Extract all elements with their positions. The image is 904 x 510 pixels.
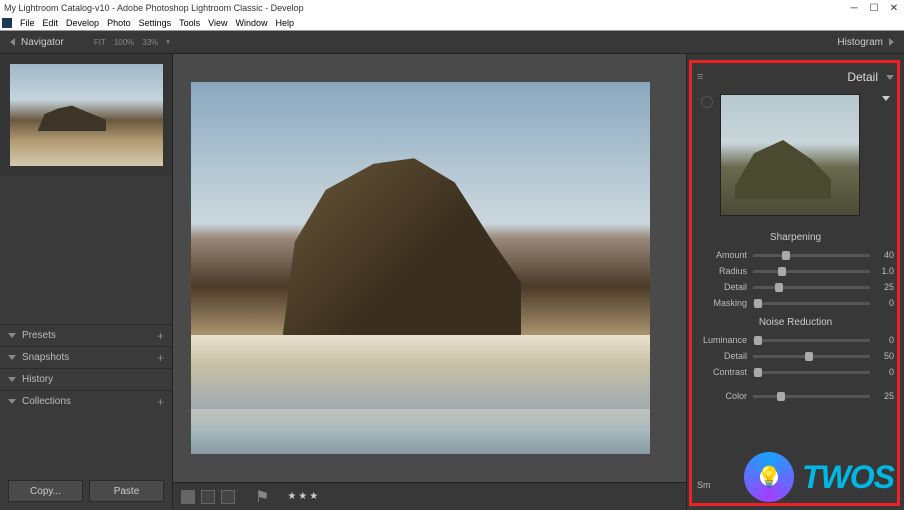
copy-button[interactable]: Copy... [8,480,83,502]
slider-value: 25 [870,282,894,292]
main-photo[interactable] [191,82,650,454]
slider-label: Detail [697,351,753,361]
slider-masking[interactable]: Masking 0 [687,295,904,311]
menu-view[interactable]: View [206,18,229,28]
nav-zoom33[interactable]: 33% [142,38,158,47]
disclosure-icon[interactable] [886,75,894,80]
navigator-label: Navigator [21,37,64,48]
menu-window[interactable]: Window [234,18,270,28]
panel-label: History [22,374,53,385]
add-icon[interactable]: + [157,351,164,365]
menu-help[interactable]: Help [274,18,297,28]
slider-label: Contrast [697,367,753,377]
watermark-text: TWOS [802,459,894,496]
slider-value: 40 [870,250,894,260]
add-icon[interactable]: + [157,329,164,343]
collapse-right-icon[interactable] [889,38,894,46]
window-titlebar: My Lightroom Catalog-v10 - Adobe Photosh… [0,0,904,16]
slider-label: Detail [697,282,753,292]
histogram-label: Histogram [837,37,883,48]
before-after-icon[interactable] [201,490,215,504]
slider-contrast[interactable]: Contrast 0 [687,364,904,380]
close-icon[interactable]: ✕ [888,2,900,14]
paste-button[interactable]: Paste [89,480,164,502]
noise-title: Noise Reduction [687,317,904,328]
collapse-left-icon[interactable] [10,38,15,46]
menu-tools[interactable]: Tools [177,18,202,28]
slider-label: Masking [697,298,753,308]
panel-collections[interactable]: Collections + [0,390,172,412]
left-panel: Presets + Snapshots + History Collection… [0,54,173,510]
slider-value: 0 [870,367,894,377]
nav-zoom100[interactable]: 100% [114,38,134,47]
flag-icon[interactable]: ⚑ [255,487,269,507]
slider-value: 50 [870,351,894,361]
slider-color[interactable]: Color 25 [687,388,904,404]
sharpening-title: Sharpening [687,232,904,243]
disclosure-icon [8,377,16,382]
panel-presets[interactable]: Presets + [0,324,172,346]
menu-settings[interactable]: Settings [137,18,174,28]
loupe-target-icon[interactable] [701,96,713,108]
add-icon[interactable]: + [157,395,164,409]
view-option-icon[interactable] [221,490,235,504]
slider-value: 0 [870,298,894,308]
smooth-label-partial: Sm [697,480,711,490]
menu-file[interactable]: File [18,18,37,28]
menu-bar: File Edit Develop Photo Settings Tools V… [0,16,904,31]
panel-menu-icon[interactable]: ≡ [697,71,703,83]
app-icon [2,18,12,28]
loupe-view-icon[interactable] [181,490,195,504]
lightbulb-icon [744,452,794,502]
slider-value: 0 [870,335,894,345]
minimize-icon[interactable]: ─ [848,2,860,14]
panel-label: Snapshots [22,352,69,363]
zoom-dropdown-icon[interactable]: ▾ [166,38,170,46]
menu-edit[interactable]: Edit [41,18,61,28]
loupe-zoom-icon[interactable] [882,96,890,101]
nav-fit[interactable]: FIT [94,38,106,47]
slider-amount[interactable]: Amount 40 [687,247,904,263]
slider-luminance[interactable]: Luminance 0 [687,332,904,348]
disclosure-icon [8,399,16,404]
maximize-icon[interactable]: ☐ [868,2,880,14]
rating-stars[interactable]: ★★★ [287,491,320,502]
slider-label: Amount [697,250,753,260]
slider-label: Luminance [697,335,753,345]
slider-label: Color [697,391,753,401]
slider-detail[interactable]: Detail 25 [687,279,904,295]
navigator-preview[interactable] [10,64,163,166]
detail-loupe-preview[interactable] [720,94,860,216]
window-title: My Lightroom Catalog-v10 - Adobe Photosh… [4,3,304,13]
slider-value: 1.0 [870,266,894,276]
right-panel: ≡ Detail Sharpening Amount 40 Radius 1.0 [686,54,904,510]
slider-value: 25 [870,391,894,401]
slider-label: Radius [697,266,753,276]
disclosure-icon [8,333,16,338]
slider-radius[interactable]: Radius 1.0 [687,263,904,279]
slider-nr-detail[interactable]: Detail 50 [687,348,904,364]
panel-history[interactable]: History [0,368,172,390]
detail-panel-title: Detail [847,70,878,84]
menu-develop[interactable]: Develop [64,18,101,28]
panel-snapshots[interactable]: Snapshots + [0,346,172,368]
panel-label: Presets [22,330,56,341]
menu-photo[interactable]: Photo [105,18,133,28]
panel-label: Collections [22,396,71,407]
watermark: TWOS [744,452,894,502]
disclosure-icon [8,355,16,360]
bottom-toolbar: ⚑ ★★★ [173,482,686,510]
center-canvas-area: ⚑ ★★★ [173,54,686,510]
